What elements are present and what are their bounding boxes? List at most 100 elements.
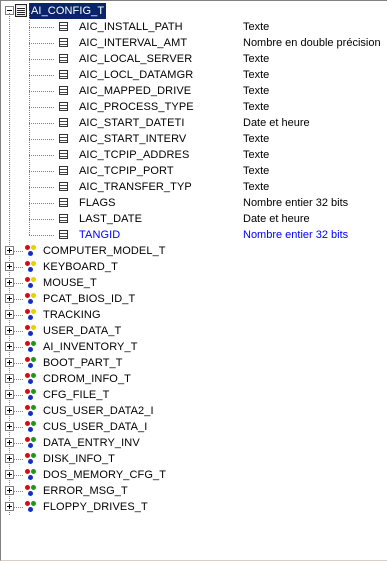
column-type: Date et heure bbox=[243, 213, 310, 225]
column-row[interactable]: AIC_LOCL_DATAMGR Texte bbox=[1, 59, 386, 83]
relation-row[interactable]: ERROR_MSG_T bbox=[1, 483, 386, 499]
relation-icon-green bbox=[25, 421, 37, 433]
column-name: LAST_DATE bbox=[79, 213, 143, 225]
tree-connector bbox=[29, 123, 30, 139]
column-type: Nombre entier 32 bits bbox=[243, 197, 349, 209]
relation-icon-yellow bbox=[25, 309, 37, 321]
relation-label: DATA_ENTRY_INV bbox=[43, 437, 140, 449]
expand-icon[interactable] bbox=[5, 374, 14, 383]
relation-row[interactable]: CFG_FILE_T bbox=[1, 387, 386, 403]
column-field-icon bbox=[59, 86, 68, 95]
relation-row[interactable]: TRACKING bbox=[1, 307, 386, 323]
column-row[interactable]: AIC_TRANSFER_TYP Texte bbox=[1, 171, 386, 195]
column-row[interactable]: AIC_TCPIP_ADDRES Texte bbox=[1, 139, 386, 163]
column-field-icon bbox=[59, 166, 68, 175]
expand-icon[interactable] bbox=[5, 470, 14, 479]
expand-icon[interactable] bbox=[5, 406, 14, 415]
tree-connector bbox=[29, 11, 30, 27]
column-field-icon bbox=[59, 214, 68, 223]
relation-row[interactable]: DISK_INFO_T bbox=[1, 451, 386, 467]
expand-icon[interactable] bbox=[5, 390, 14, 399]
column-type: Texte bbox=[243, 165, 270, 177]
column-name: AIC_MAPPED_DRIVE bbox=[79, 85, 192, 97]
relation-row[interactable]: COMPUTER_MODEL_T bbox=[1, 243, 386, 259]
relation-icon-green bbox=[25, 373, 37, 385]
column-field-icon bbox=[59, 150, 68, 159]
expand-icon[interactable] bbox=[5, 502, 14, 511]
tree-connector bbox=[29, 219, 54, 220]
expand-icon[interactable] bbox=[5, 310, 14, 319]
column-name: TANGID bbox=[79, 229, 121, 241]
relation-row[interactable]: USER_DATA_T bbox=[1, 323, 386, 339]
column-name: AIC_LOCL_DATAMGR bbox=[79, 69, 194, 81]
column-type: Nombre en double précision bbox=[243, 37, 381, 49]
expand-icon[interactable] bbox=[5, 454, 14, 463]
expand-icon[interactable] bbox=[5, 294, 14, 303]
relation-row[interactable]: DATA_ENTRY_INV bbox=[1, 435, 386, 451]
relation-row[interactable]: CUS_USER_DATA_I bbox=[1, 419, 386, 435]
column-row[interactable]: AIC_START_DATETI Date et heure bbox=[1, 107, 386, 131]
expand-icon[interactable] bbox=[5, 342, 14, 351]
root-table-label[interactable]: AI_CONFIG_T bbox=[29, 3, 107, 19]
tree-connector bbox=[29, 155, 54, 156]
relation-icon-green bbox=[25, 485, 37, 497]
tree-connector bbox=[29, 43, 54, 44]
relation-label: ERROR_MSG_T bbox=[43, 485, 128, 497]
column-row[interactable]: AIC_MAPPED_DRIVE Texte bbox=[1, 75, 386, 99]
relation-label: CUS_USER_DATA_I bbox=[43, 421, 148, 433]
column-type: Texte bbox=[243, 85, 270, 97]
column-name: AIC_START_INTERV bbox=[79, 133, 187, 145]
relation-icon-yellow bbox=[25, 261, 37, 273]
relation-icon-green bbox=[25, 389, 37, 401]
expand-icon[interactable] bbox=[5, 326, 14, 335]
column-row[interactable]: AIC_LOCAL_SERVER Texte bbox=[1, 43, 386, 67]
expand-icon[interactable] bbox=[5, 358, 14, 367]
relation-row[interactable]: CUS_USER_DATA2_I bbox=[1, 403, 386, 419]
relation-label: DOS_MEMORY_CFG_T bbox=[43, 469, 167, 481]
relation-label: KEYBOARD_T bbox=[43, 261, 118, 273]
tree-connector bbox=[29, 27, 54, 28]
column-name: FLAGS bbox=[79, 197, 116, 209]
relation-icon-green bbox=[25, 469, 37, 481]
expand-icon[interactable] bbox=[5, 438, 14, 447]
column-field-icon bbox=[59, 22, 68, 31]
column-row[interactable]: AIC_INSTALL_PATH Texte bbox=[1, 11, 386, 35]
column-type: Texte bbox=[243, 149, 270, 161]
column-name: AIC_INTERVAL_AMT bbox=[79, 37, 188, 49]
expand-icon[interactable] bbox=[5, 486, 14, 495]
column-row[interactable]: TANGID Nombre entier 32 bits bbox=[1, 219, 386, 243]
tree-connector bbox=[29, 187, 54, 188]
tree-connector bbox=[29, 59, 54, 60]
relation-label: AI_INVENTORY_T bbox=[43, 341, 138, 353]
column-type: Texte bbox=[243, 101, 270, 113]
relation-label: USER_DATA_T bbox=[43, 325, 122, 337]
relation-label: DISK_INFO_T bbox=[43, 453, 116, 465]
tree-connector bbox=[29, 203, 30, 219]
relation-icon-green bbox=[25, 405, 37, 417]
relation-row[interactable]: AI_INVENTORY_T bbox=[1, 339, 386, 355]
column-type: Date et heure bbox=[243, 117, 310, 129]
relation-row[interactable]: CDROM_INFO_T bbox=[1, 371, 386, 387]
tree-connector bbox=[29, 123, 54, 124]
relation-row[interactable]: BOOT_PART_T bbox=[1, 355, 386, 371]
relation-row[interactable]: FLOPPY_DRIVES_T bbox=[1, 499, 386, 515]
tree-root-row[interactable]: AI_CONFIG_T bbox=[1, 3, 381, 19]
column-field-icon bbox=[59, 230, 68, 239]
expand-icon[interactable] bbox=[5, 246, 14, 255]
column-row[interactable]: LAST_DATE Date et heure bbox=[1, 203, 386, 227]
relation-row[interactable]: MOUSE_T bbox=[1, 275, 386, 291]
column-row[interactable]: FLAGS Nombre entier 32 bits bbox=[1, 187, 386, 211]
relation-row[interactable]: KEYBOARD_T bbox=[1, 259, 386, 275]
tree-connector bbox=[29, 155, 30, 171]
column-name: AIC_START_DATETI bbox=[79, 117, 185, 129]
column-row[interactable]: AIC_START_INTERV Texte bbox=[1, 123, 386, 147]
column-row[interactable]: AIC_TCPIP_PORT Texte bbox=[1, 155, 386, 179]
expand-icon[interactable] bbox=[5, 422, 14, 431]
column-type: Texte bbox=[243, 21, 270, 33]
relation-row[interactable]: PCAT_BIOS_ID_T bbox=[1, 291, 386, 307]
expand-icon[interactable] bbox=[5, 278, 14, 287]
column-row[interactable]: AIC_INTERVAL_AMT Nombre en double précisi… bbox=[1, 27, 386, 51]
expand-icon[interactable] bbox=[5, 262, 14, 271]
relation-row[interactable]: DOS_MEMORY_CFG_T bbox=[1, 467, 386, 483]
column-row[interactable]: AIC_PROCESS_TYPE Texte bbox=[1, 91, 386, 115]
